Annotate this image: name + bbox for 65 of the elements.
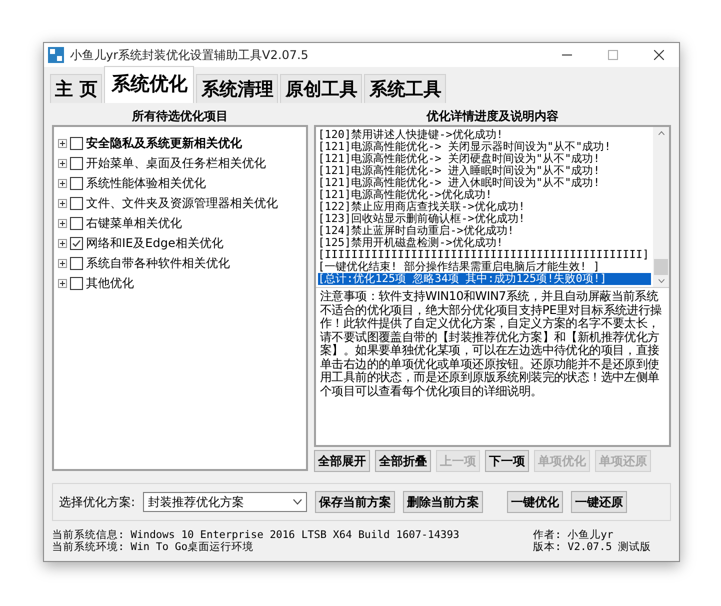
- tree-item[interactable]: 网络和IE及Edge相关优化: [86, 234, 224, 252]
- action-button[interactable]: 一键还原: [571, 491, 628, 513]
- log-line[interactable]: [IIIIIIIIIIIIIIIIIIIIIIIIIIIIIIIIIIIIIIIIIIIIIIII]: [318, 249, 651, 261]
- close-icon[interactable]: [654, 50, 664, 60]
- log-line[interactable]: [124]禁止蓝屏时自动重启->优化成功!: [318, 225, 651, 237]
- log-line[interactable]: [121]电源高性能优化-> 关闭硬盘时间设为"从不"成功!: [318, 153, 651, 165]
- app-icon: [48, 47, 64, 63]
- window-title: 小鱼儿yr系统封装优化设置辅助工具V2.07.5: [70, 46, 310, 64]
- checkbox[interactable]: [70, 256, 83, 270]
- tab[interactable]: 主 页: [50, 74, 102, 103]
- log-line[interactable]: [121]电源高性能优化->优化成功!: [318, 189, 651, 201]
- log-line[interactable]: [125]禁用开机磁盘检测->优化成功!: [318, 237, 651, 249]
- author-text: 作者: 小鱼儿yr: [533, 529, 614, 541]
- tree-item[interactable]: 右键菜单相关优化: [86, 214, 182, 232]
- log-line[interactable]: [121]电源高性能优化-> 进入睡眠时间设为"从不"成功!: [318, 165, 651, 177]
- action-button[interactable]: 一键优化: [507, 491, 564, 513]
- panel-heading: 优化详情进度及说明内容: [425, 108, 560, 125]
- scrollbar[interactable]: [653, 127, 669, 287]
- system-info: 当前系统信息: Windows 10 Enterprise 2016 LTSB X64 Build 1607-14393: [52, 529, 460, 541]
- log-line[interactable]: [121]电源高性能优化-> 关闭显示器时间设为"从不"成功!: [318, 141, 651, 153]
- panel-button[interactable]: 全部展开: [314, 450, 370, 472]
- checkbox[interactable]: [70, 136, 83, 150]
- tab[interactable]: 系统优化: [104, 66, 194, 103]
- expand-icon[interactable]: [58, 218, 67, 228]
- tree-item[interactable]: 系统自带各种软件相关优化: [86, 254, 230, 272]
- checkbox[interactable]: [70, 276, 83, 290]
- scheme-button[interactable]: 删除当前方案: [403, 491, 484, 513]
- expand-icon[interactable]: [58, 158, 67, 168]
- expand-icon[interactable]: [58, 138, 67, 148]
- scroll-up-icon[interactable]: [656, 131, 666, 136]
- scroll-thumb[interactable]: [654, 259, 668, 275]
- log-line[interactable]: [123]回收站显示删前确认框->优化成功!: [318, 213, 651, 225]
- scheme-label: 选择优化方案:: [59, 494, 136, 510]
- log-line[interactable]: [121]电源高性能优化-> 进入休眠时间设为"从不"成功!: [318, 177, 651, 189]
- version-text: 版本: V2.07.5 测试版: [533, 541, 652, 553]
- dropdown-caret-icon[interactable]: [293, 499, 302, 505]
- tree-item[interactable]: 系统性能体验相关优化: [86, 174, 206, 192]
- checkbox[interactable]: [70, 216, 83, 230]
- notes-text: 注意事项：软件支持WIN10和WIN7系统，并且自动屏蔽当前系统不适合的优化项目，绝大部分优化项目支持PE里对目标系统进行操作！此软件提供了自定义优化方案，自定义方案的名字不要太长，请不要试图覆盖自带的【封装推荐优化方案】和【新机推荐优化方案】。如果要单独优化某项，可以在左边选中待优化的项目，直接单击右边的的单项优化或单项还原按钮。还原功能并不是还原到使用工具前的状态，而是还原到原版系统刚装完的状态！选中左侧单个项目可以查看每个优化项目的详细说明。: [319, 288, 663, 400]
- checkbox[interactable]: [70, 176, 83, 190]
- checkbox[interactable]: [70, 196, 83, 210]
- scheme-button[interactable]: 保存当前方案: [315, 491, 396, 513]
- tree-item[interactable]: 其他优化: [86, 274, 134, 292]
- tree-item[interactable]: 文件、文件夹及资源管理器相关优化: [86, 194, 278, 212]
- panel-button[interactable]: 全部折叠: [375, 450, 431, 472]
- checkbox[interactable]: [70, 236, 83, 250]
- log-line[interactable]: [120]禁用讲述人快捷键->优化成功!: [318, 129, 651, 141]
- scroll-down-icon[interactable]: [656, 278, 666, 283]
- tab[interactable]: 系统工具: [364, 74, 446, 103]
- log-line[interactable]: [122]禁止应用商店查找关联->优化成功!: [318, 201, 651, 213]
- tab[interactable]: 系统清理: [196, 74, 278, 103]
- expand-icon[interactable]: [58, 178, 67, 188]
- checkbox[interactable]: [70, 156, 83, 170]
- panel-button[interactable]: 下一项: [485, 450, 529, 472]
- tab[interactable]: 原创工具: [280, 74, 362, 103]
- expand-icon[interactable]: [58, 198, 67, 208]
- log-line[interactable]: [一键优化结束! 部分操作结果需重启电脑后才能生效! ]: [318, 261, 651, 273]
- expand-icon[interactable]: [58, 238, 67, 248]
- tree-item[interactable]: 开始菜单、桌面及任务栏相关优化: [86, 154, 266, 172]
- expand-icon[interactable]: [58, 258, 67, 268]
- tree-item[interactable]: 安全隐私及系统更新相关优化: [86, 134, 242, 152]
- panel-heading: 所有待选优化项目: [131, 108, 229, 125]
- scheme-dropdown[interactable]: 封装推荐优化方案: [143, 492, 308, 512]
- system-environment: 当前系统环境: Win To Go桌面运行环境: [52, 541, 255, 553]
- expand-icon[interactable]: [58, 278, 67, 288]
